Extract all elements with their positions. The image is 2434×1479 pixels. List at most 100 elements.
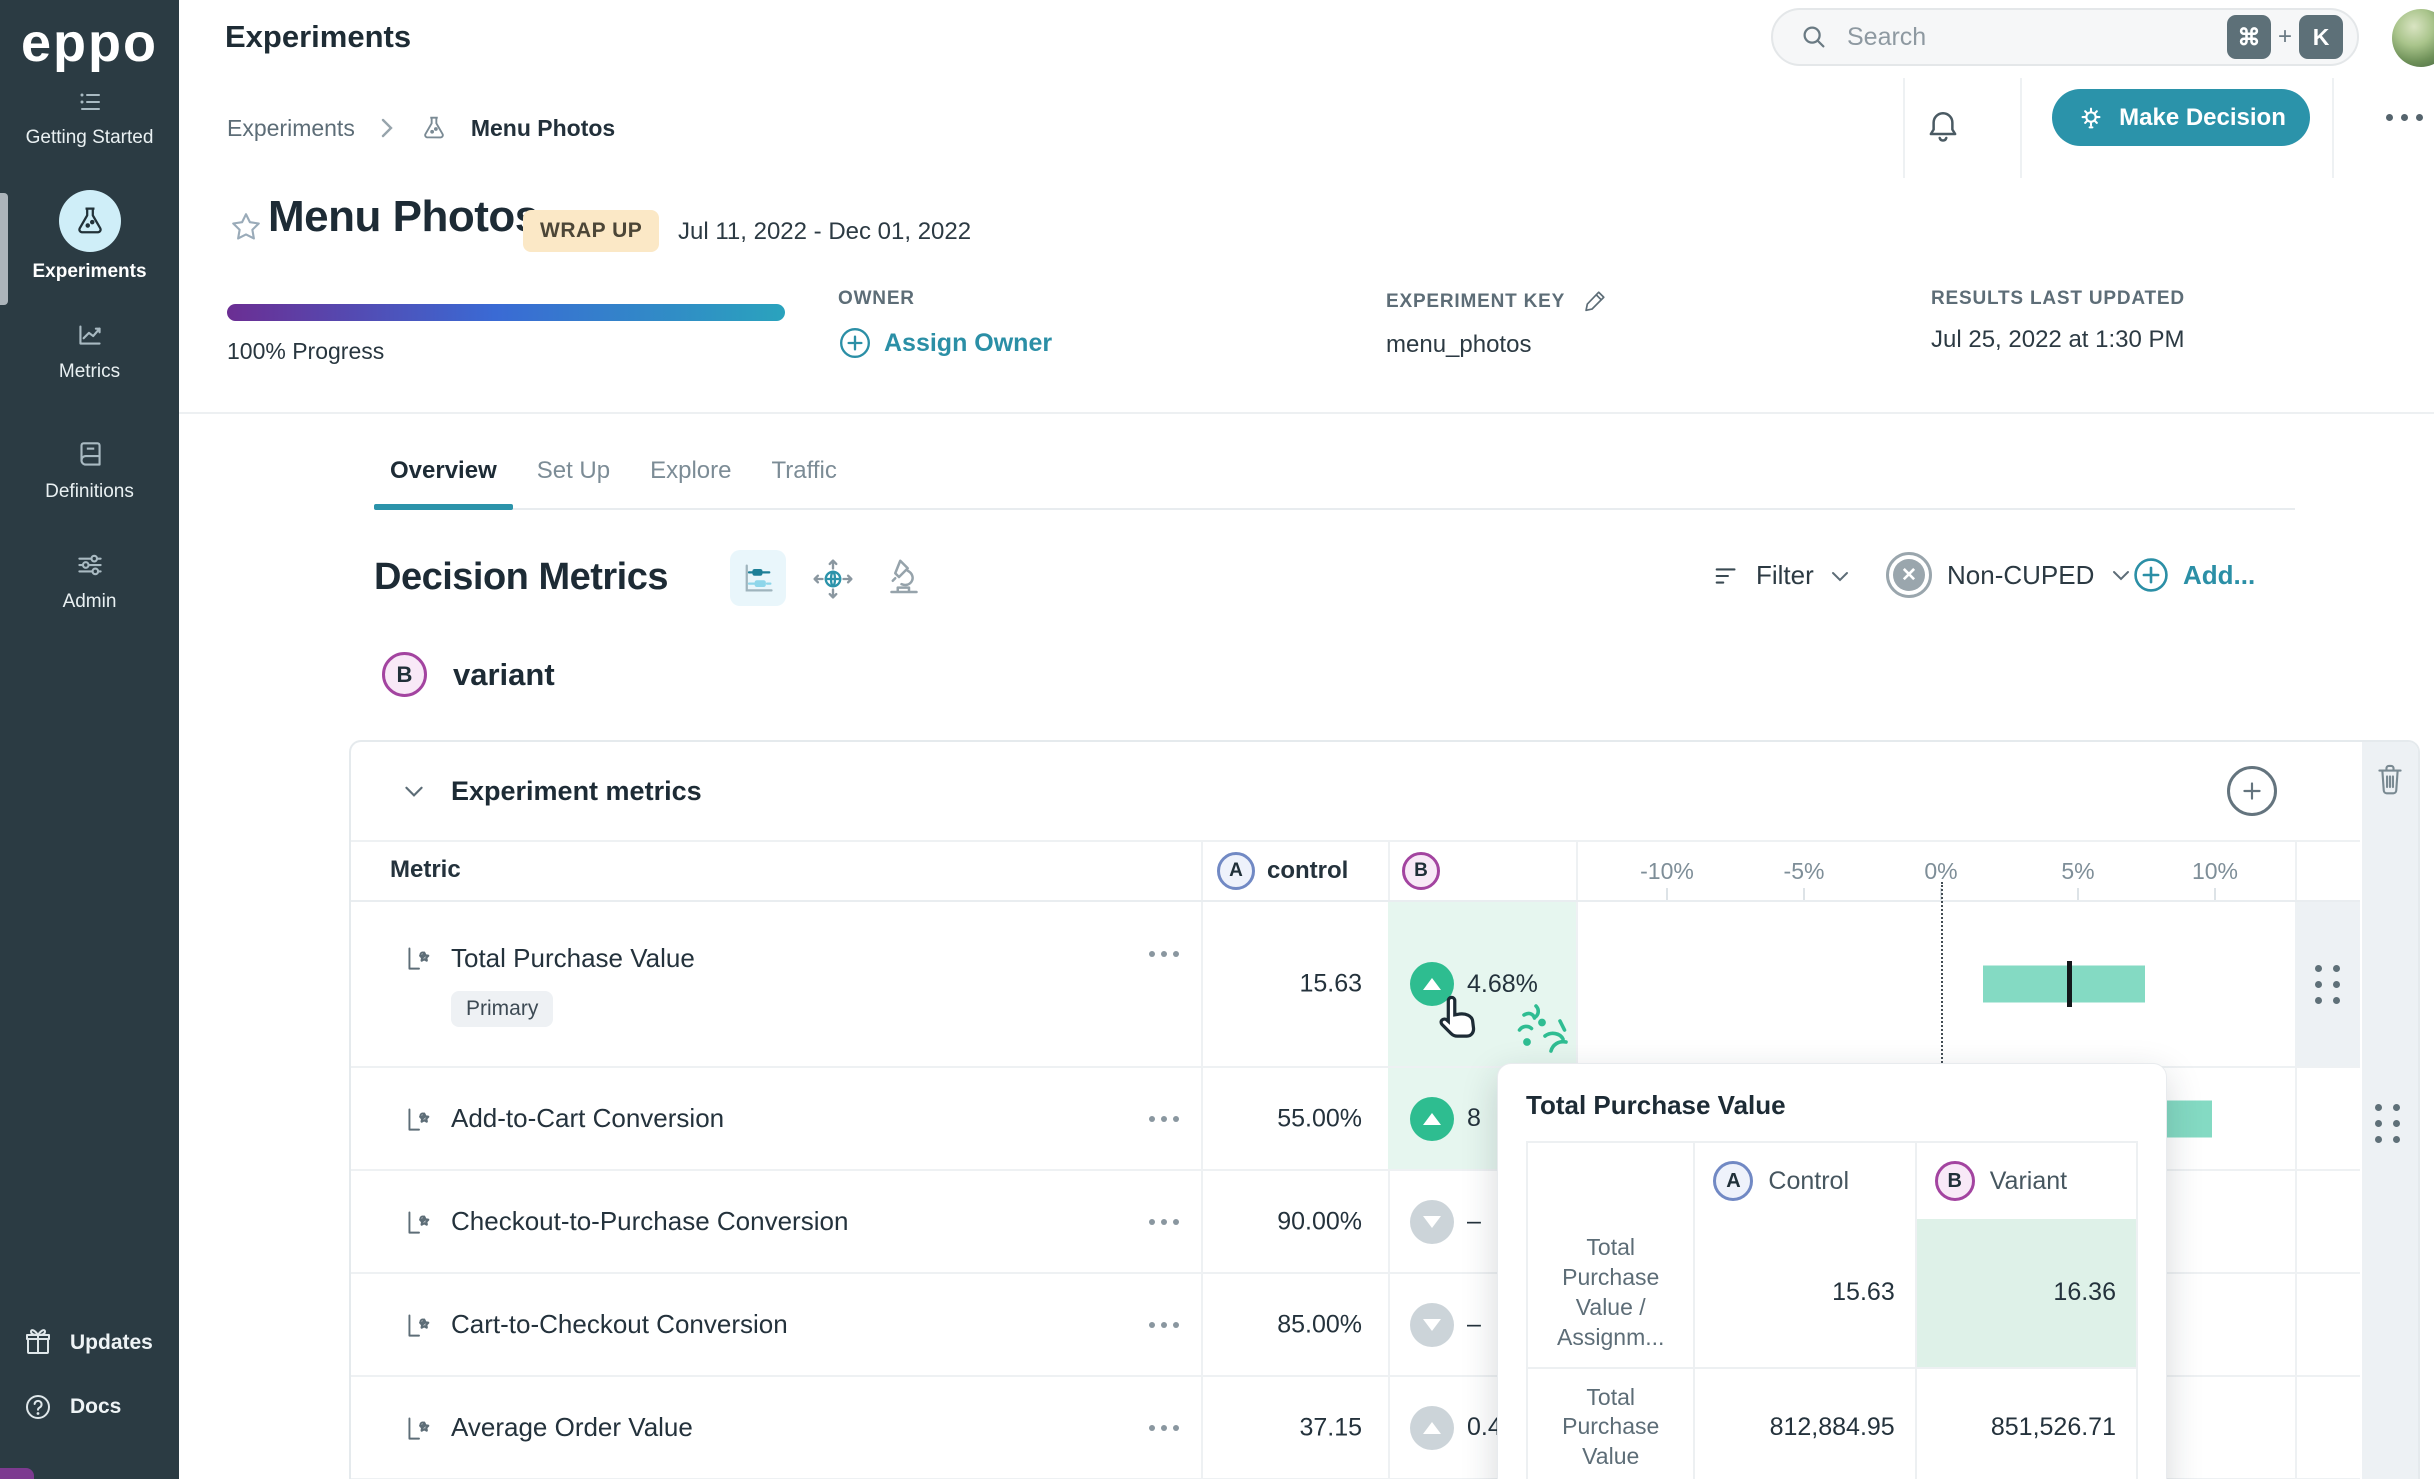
row-menu-icon[interactable] xyxy=(1149,1219,1179,1225)
point-estimate-tick xyxy=(2067,961,2072,1007)
progress-bar xyxy=(227,304,785,321)
control-value: 55.00% xyxy=(1201,1104,1362,1133)
control-value: 15.63 xyxy=(1201,970,1362,999)
sidebar-footer-docs[interactable]: Docs xyxy=(0,1375,179,1439)
add-label: Add... xyxy=(2183,560,2255,591)
sidebar-scroll-indicator[interactable] xyxy=(0,193,8,305)
sidebar-item-label: Experiments xyxy=(32,261,146,283)
results-updated-label: RESULTS LAST UPDATED xyxy=(1931,288,2185,310)
row-drag-handle[interactable] xyxy=(2375,1104,2400,1143)
search-icon xyxy=(1799,22,1829,52)
confidence-bar xyxy=(1983,966,2145,1003)
row-menu-icon[interactable] xyxy=(1149,1425,1179,1431)
eppo-app: eppo Getting Started Experiments Metrics De… xyxy=(0,0,2434,1479)
assign-owner-button[interactable]: Assign Owner xyxy=(838,326,1052,360)
variant-b-badge: B xyxy=(382,652,427,697)
sidebar-footer-label: Docs xyxy=(70,1395,121,1419)
lift-value: – xyxy=(1467,1207,1481,1236)
axis-tick-label: -5% xyxy=(1784,858,1825,885)
sidebar-item-admin[interactable]: Admin xyxy=(0,548,179,613)
metric-name: Average Order Value xyxy=(451,1412,693,1443)
confidence-interval-chart xyxy=(1576,902,2295,1066)
tab-set-up[interactable]: Set Up xyxy=(537,434,610,508)
experiment-tabs: Overview Set Up Explore Traffic xyxy=(390,434,2295,510)
boxplot-view-icon[interactable] xyxy=(730,550,786,606)
control-value: 90.00% xyxy=(1201,1207,1362,1236)
row-menu-icon[interactable] xyxy=(1149,1322,1179,1328)
tab-explore[interactable]: Explore xyxy=(650,434,731,508)
tab-traffic[interactable]: Traffic xyxy=(771,434,836,508)
breadcrumb-current: Menu Photos xyxy=(471,115,615,142)
add-metric-button[interactable]: Add... xyxy=(2132,556,2255,594)
experiment-header: Menu Photos WRAP UP Jul 11, 2022 - Dec 0… xyxy=(179,178,2434,414)
tooltip-corner-cell xyxy=(1528,1143,1693,1219)
collapse-chevron-icon[interactable] xyxy=(401,778,427,804)
lift-up-arrow-icon xyxy=(1410,1406,1454,1450)
sidebar-item-getting-started[interactable]: Getting Started xyxy=(0,86,179,149)
experiment-key-value: menu_photos xyxy=(1386,331,1608,359)
sidebar-footer-updates[interactable]: Updates xyxy=(0,1311,179,1375)
cuped-dropdown[interactable]: ✕ Non-CUPED xyxy=(1886,552,2133,598)
divider xyxy=(2332,78,2334,178)
tab-overview[interactable]: Overview xyxy=(390,434,497,508)
breadcrumb-bar: Experiments Menu Photos Make Decision xyxy=(179,78,2434,180)
sidebar-item-metrics[interactable]: Metrics xyxy=(0,318,179,383)
more-options-icon[interactable] xyxy=(2369,114,2434,121)
lift-down-arrow-icon xyxy=(1410,1303,1454,1347)
microscope-icon[interactable] xyxy=(884,555,924,599)
chevron-down-icon xyxy=(1828,564,1852,588)
axis-tick-mark xyxy=(2077,888,2079,900)
user-avatar[interactable] xyxy=(2392,9,2434,67)
metric-column-header: Metric xyxy=(390,856,461,884)
favorite-star-icon[interactable] xyxy=(229,210,263,244)
make-decision-label: Make Decision xyxy=(2119,104,2286,132)
search-input[interactable] xyxy=(1845,22,2227,53)
tooltip-row-total-purchase-value: Total Purchase Value812,884.95851,526.71 xyxy=(1528,1367,2136,1479)
metric-gear-icon xyxy=(402,1102,451,1136)
sidebar-footer-label: Updates xyxy=(70,1331,153,1355)
shortcut-plus: + xyxy=(2278,23,2292,51)
sidebar-item-label: Metrics xyxy=(59,361,120,383)
make-decision-button[interactable]: Make Decision xyxy=(2052,89,2310,146)
eppo-logo[interactable]: eppo xyxy=(0,12,179,74)
filter-label: Filter xyxy=(1756,560,1814,591)
control-value: 37.15 xyxy=(1201,1413,1362,1442)
metric-name: Total Purchase Value xyxy=(451,943,695,974)
variant-row: B variant xyxy=(382,652,555,697)
control-value: 85.00% xyxy=(1201,1310,1362,1339)
confetti-celebration-icon xyxy=(1515,1000,1581,1066)
sidebar-item-definitions[interactable]: Definitions xyxy=(0,438,179,503)
tooltip-variant-value: 16.36 xyxy=(1915,1219,2136,1367)
cuped-off-icon: ✕ xyxy=(1886,552,1932,598)
page-title: Experiments xyxy=(225,19,411,55)
explore-move-icon[interactable] xyxy=(812,558,854,600)
row-drag-handle[interactable] xyxy=(2295,902,2360,1066)
row-menu-icon[interactable] xyxy=(1149,951,1179,957)
chevron-right-icon xyxy=(377,115,397,141)
add-metric-circle-icon[interactable] xyxy=(2227,766,2277,816)
control-a-badge: A xyxy=(1217,852,1255,890)
experiment-key-label: EXPERIMENT KEY xyxy=(1386,291,1565,313)
sidebar-item-experiments[interactable]: Experiments xyxy=(0,190,179,283)
metric-gear-icon xyxy=(402,1308,451,1342)
trash-icon[interactable] xyxy=(2371,760,2409,800)
metric-tooltip: Total Purchase Value A Control B Variant… xyxy=(1497,1063,2167,1479)
sidebar-footer: Updates Docs xyxy=(0,1311,179,1439)
notifications-bell-icon[interactable] xyxy=(1923,106,1963,148)
tooltip-row-label: Total Purchase Value xyxy=(1528,1369,1693,1479)
sidebar-item-label: Admin xyxy=(63,591,117,613)
breadcrumb-experiments[interactable]: Experiments xyxy=(227,115,355,142)
filter-dropdown[interactable]: Filter xyxy=(1712,560,1852,591)
topbar: Experiments ⌘ + K xyxy=(179,0,2434,80)
results-updated-value: Jul 25, 2022 at 1:30 PM xyxy=(1931,326,2185,354)
sliders-icon xyxy=(73,548,107,582)
tooltip-table: A Control B Variant Total Purchase Value… xyxy=(1526,1141,2138,1479)
card-title: Experiment metrics xyxy=(451,776,702,807)
search-bar[interactable]: ⌘ + K xyxy=(1771,8,2359,66)
owner-section: OWNER Assign Owner xyxy=(838,288,1052,360)
tooltip-row-total-purchase-value-assignm: Total Purchase Value / Assignm...15.6316… xyxy=(1528,1219,2136,1367)
help-icon xyxy=(22,1391,54,1423)
edit-pencil-icon[interactable] xyxy=(1581,288,1608,315)
row-menu-icon[interactable] xyxy=(1149,1116,1179,1122)
variant-b-badge: B xyxy=(1935,1161,1975,1201)
